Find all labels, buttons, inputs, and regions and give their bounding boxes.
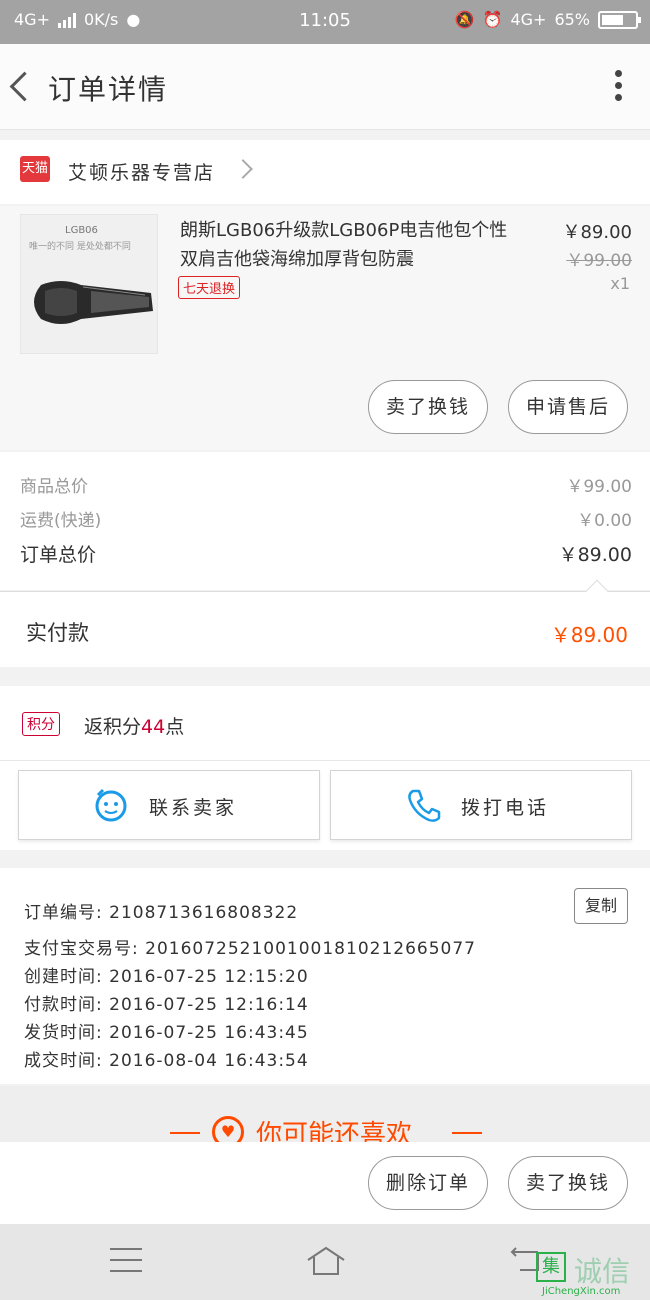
mute-icon: 🔕 bbox=[454, 10, 475, 29]
heart-icon: ♥ bbox=[212, 1116, 244, 1142]
chat-icon bbox=[95, 788, 127, 822]
after-sale-button[interactable]: 申请售后 bbox=[508, 380, 628, 434]
goods-total-label: 商品总价 bbox=[20, 477, 88, 497]
points-section: 积分 返积分44点 联系卖家 拨打电话 bbox=[0, 686, 650, 850]
contact-seller-button[interactable]: 联系卖家 bbox=[18, 770, 320, 840]
seven-day-return-badge: 七天退换 bbox=[178, 276, 241, 299]
points-suffix: 点 bbox=[165, 716, 185, 738]
product-thumbnail[interactable]: LGB06 唯一的不同 是处处都不同 bbox=[20, 214, 158, 354]
paid-row: 实付款 ￥89.00 bbox=[0, 579, 650, 667]
created-time: 创建时间: 2016-07-25 12:15:20 bbox=[24, 967, 309, 987]
resell-button[interactable]: 卖了换钱 bbox=[368, 380, 488, 434]
chevron-right-icon bbox=[233, 159, 253, 179]
order-number: 订单编号: 2108713616808322 bbox=[24, 903, 299, 923]
completed-time: 成交时间: 2016-08-04 16:43:54 bbox=[24, 1051, 309, 1071]
alipay-trade-number: 支付宝交易号: 2016072521001001810212665077 bbox=[24, 939, 476, 959]
recommend-header: ♥ 你可能还喜欢 bbox=[0, 1086, 650, 1142]
call-phone-button[interactable]: 拨打电话 bbox=[330, 770, 632, 840]
page-title: 订单详情 bbox=[48, 73, 169, 106]
network-label-right: 4G+ bbox=[510, 10, 547, 29]
order-info: 订单编号: 2108713616808322 支付宝交易号: 201607252… bbox=[0, 868, 650, 1084]
menu-icon[interactable] bbox=[110, 1248, 142, 1276]
order-total-label: 订单总价 bbox=[20, 544, 97, 566]
battery-percent: 65% bbox=[554, 10, 590, 29]
site-watermark: 集 诚信 JiChengXin.com bbox=[534, 1250, 650, 1300]
recommend-title: 你可能还喜欢 bbox=[256, 1120, 413, 1142]
watermark-url: JiChengXin.com bbox=[542, 1286, 621, 1297]
points-amount: 44 bbox=[141, 716, 166, 738]
watermark-brand: 诚信 bbox=[574, 1255, 631, 1288]
paid-label: 实付款 bbox=[26, 621, 89, 645]
back-icon[interactable] bbox=[0, 44, 44, 130]
app-header: 订单详情 bbox=[0, 44, 650, 130]
shop-name: 艾顿乐器专营店 bbox=[68, 162, 216, 184]
product-name[interactable]: 朗斯LGB06升级款LGB06P电吉他包个性双肩吉他袋海绵加厚背包防震 bbox=[180, 216, 510, 274]
shipped-time: 发货时间: 2016-07-25 16:43:45 bbox=[24, 1023, 309, 1043]
home-icon[interactable] bbox=[304, 1244, 348, 1278]
more-icon[interactable] bbox=[612, 70, 624, 104]
shipping-value: ￥0.00 bbox=[577, 511, 632, 531]
status-bar: 4G+ 0K/s ● 11:05 🔕 ⏰ 4G+ 65% bbox=[0, 0, 650, 44]
paid-value: ￥89.00 bbox=[550, 623, 628, 647]
battery-icon bbox=[598, 10, 641, 29]
goods-total-value: ￥99.00 bbox=[566, 477, 632, 497]
shipping-label: 运费(快递) bbox=[20, 511, 102, 531]
alarm-icon: ⏰ bbox=[482, 10, 503, 29]
thumb-model: LGB06 bbox=[65, 225, 98, 236]
tmall-icon: 天猫 bbox=[20, 156, 50, 182]
product-card: LGB06 唯一的不同 是处处都不同 朗斯LGB06升级款LGB06P电吉他包个… bbox=[0, 206, 650, 450]
original-price: ￥99.00 bbox=[566, 251, 632, 271]
points-badge: 积分 bbox=[22, 712, 60, 736]
battery-fill bbox=[602, 14, 623, 25]
phone-icon bbox=[408, 789, 441, 822]
thumb-slogan: 唯一的不同 是处处都不同 bbox=[29, 242, 131, 252]
status-right: 🔕 ⏰ 4G+ 65% bbox=[454, 10, 641, 29]
bottom-action-bar: 删除订单 卖了换钱 bbox=[0, 1142, 650, 1224]
product-quantity: x1 bbox=[610, 274, 630, 293]
order-total-value: ￥89.00 bbox=[558, 544, 632, 566]
resell-bottom-button[interactable]: 卖了换钱 bbox=[508, 1156, 628, 1210]
call-phone-label: 拨打电话 bbox=[461, 797, 550, 819]
paid-time: 付款时间: 2016-07-25 12:16:14 bbox=[24, 995, 309, 1015]
points-prefix: 返积分 bbox=[84, 716, 142, 738]
price-summary: 商品总价 ￥99.00 运费(快递) ￥0.00 订单总价 ￥89.00 bbox=[0, 452, 650, 590]
product-price: ￥89.00 bbox=[562, 222, 632, 243]
contact-seller-label: 联系卖家 bbox=[149, 797, 238, 819]
delete-order-button[interactable]: 删除订单 bbox=[368, 1156, 488, 1210]
guitar-bag-image bbox=[34, 281, 153, 324]
shop-row[interactable]: 天猫 艾顿乐器专营店 bbox=[0, 140, 650, 204]
watermark-logo: 集 bbox=[536, 1252, 566, 1282]
points-text: 返积分44点 bbox=[84, 712, 184, 739]
copy-button[interactable]: 复制 bbox=[574, 888, 628, 924]
